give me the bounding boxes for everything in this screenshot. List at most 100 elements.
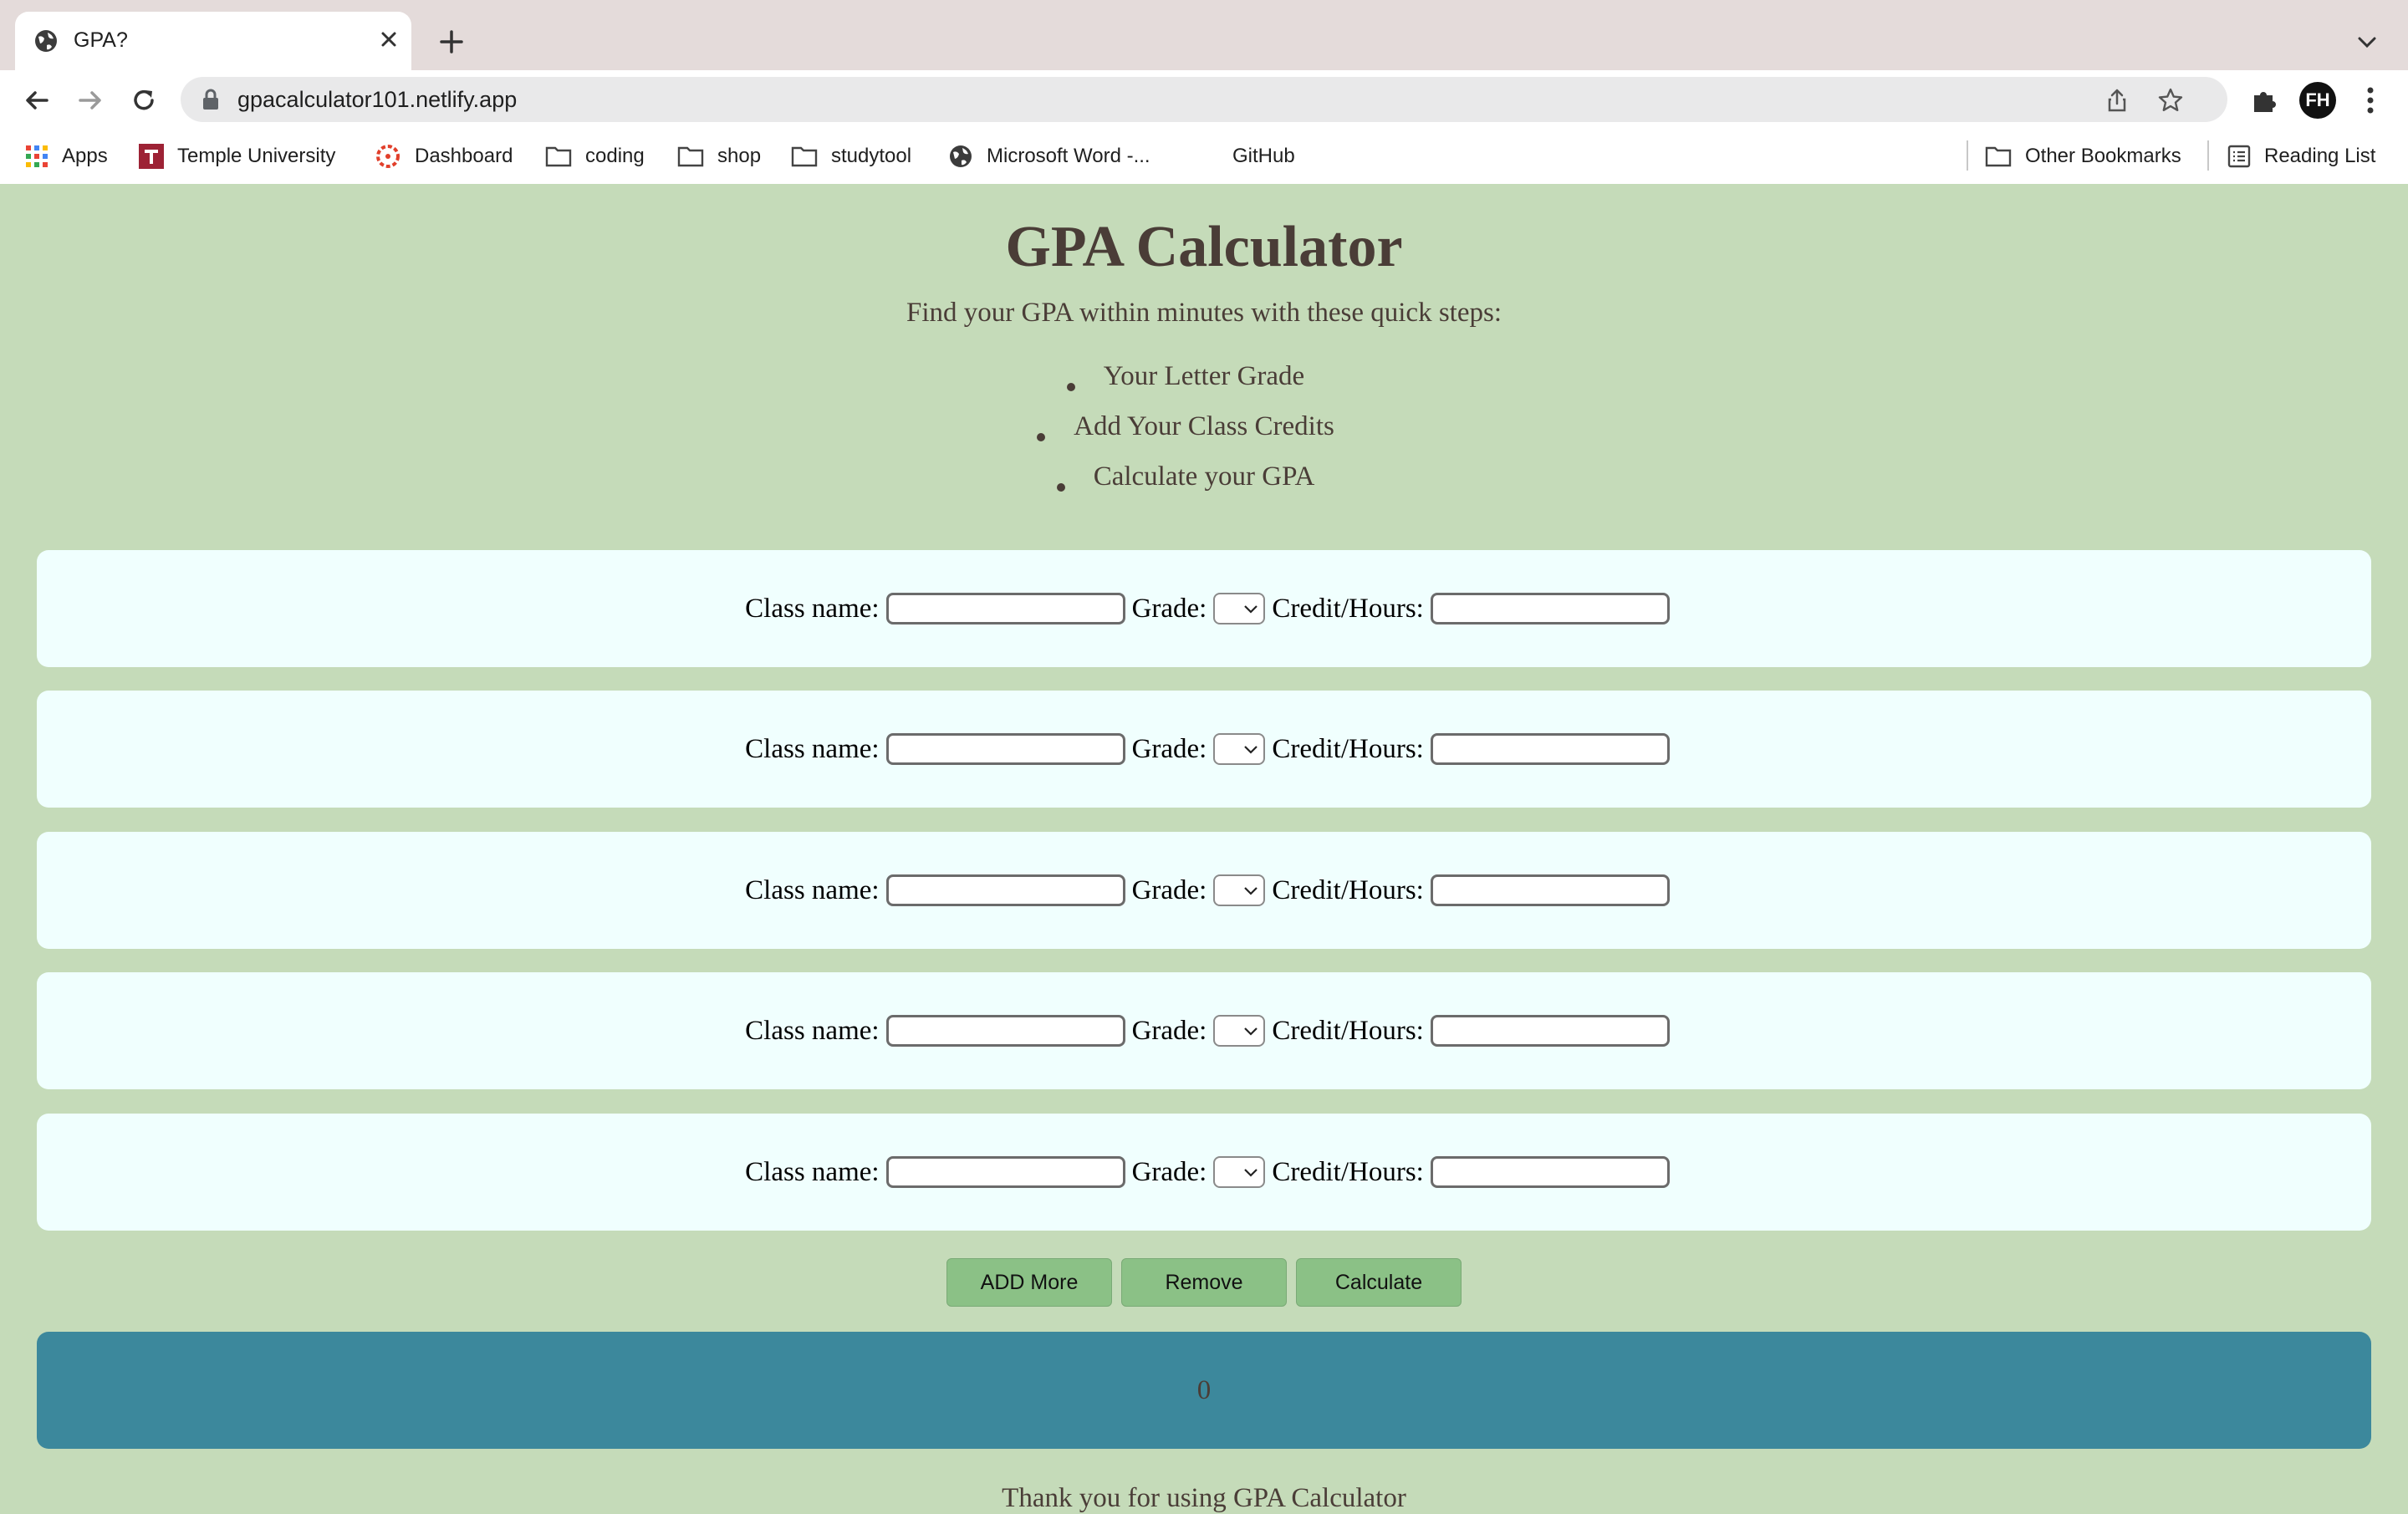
grade-select[interactable] (1213, 593, 1266, 624)
bookmark-label: GitHub (1232, 145, 1295, 167)
lock-icon[interactable] (201, 89, 221, 110)
bookmark-label: Reading List (2264, 145, 2376, 167)
credit-hours-label: Credit/Hours: (1272, 874, 1424, 905)
credit-hours-input[interactable] (1430, 1156, 1670, 1188)
grade-select[interactable] (1213, 1156, 1266, 1188)
class-row: Class name: Grade: Credit/Hours: (37, 1114, 2371, 1231)
footer-thanks-text: Thank you for using GPA Calculator (1002, 1483, 1406, 1513)
class-name-label: Class name: (745, 874, 880, 905)
bookmark-dashboard[interactable]: Dashboard (375, 129, 513, 184)
bookmark-label: Apps (62, 145, 108, 167)
bookmark-separator (1967, 140, 1968, 171)
chevron-down-icon (1244, 605, 1258, 614)
globe-icon (950, 145, 972, 167)
bookmarks-bar: Apps Temple University Dashboard coding … (0, 129, 2408, 185)
grade-label: Grade: (1131, 1156, 1207, 1187)
browser-toolbar: gpacalculator101.netlify.app FH (0, 70, 2408, 129)
credit-hours-input[interactable] (1430, 593, 1670, 624)
grade-label: Grade: (1131, 1015, 1207, 1046)
folder-icon (791, 146, 818, 167)
canvas-logo-icon (376, 145, 400, 168)
grade-select[interactable] (1213, 1015, 1266, 1047)
extensions-puzzle-icon[interactable] (2249, 85, 2279, 115)
tab-title: GPA? (74, 28, 128, 52)
class-name-input[interactable] (885, 593, 1125, 624)
credit-hours-input[interactable] (1430, 733, 1670, 765)
credit-hours-input[interactable] (1430, 874, 1670, 906)
bookmark-folder-coding[interactable]: coding (545, 129, 645, 184)
bookmark-label: studytool (831, 145, 912, 167)
apps-grid-icon (26, 145, 48, 167)
folder-icon (677, 146, 704, 167)
folder-icon (1985, 146, 2012, 167)
grade-select[interactable] (1213, 874, 1266, 906)
grade-label: Grade: (1131, 593, 1207, 624)
back-icon[interactable] (20, 84, 54, 117)
steps-list: Your Letter Grade Add Your Class Credits… (0, 351, 2408, 502)
profile-avatar[interactable]: FH (2299, 82, 2336, 119)
bookmark-microsoft-word[interactable]: Microsoft Word -... (948, 129, 1150, 184)
credit-hours-label: Credit/Hours: (1272, 733, 1424, 764)
class-name-label: Class name: (745, 1015, 880, 1046)
url-text[interactable]: gpacalculator101.netlify.app (237, 87, 517, 113)
bookmark-apps[interactable]: Apps (25, 129, 108, 184)
add-more-button[interactable]: ADD More (946, 1258, 1112, 1307)
bookmark-separator (2207, 140, 2209, 171)
calculate-button[interactable]: Calculate (1296, 1258, 1462, 1307)
step-item: Calculate your GPA (0, 451, 2408, 502)
browser-tab[interactable]: GPA? (15, 12, 411, 70)
more-options-icon[interactable] (2358, 84, 2383, 117)
step-text: Your Letter Grade (1103, 361, 1305, 391)
share-icon[interactable] (2104, 87, 2130, 114)
credit-hours-label: Credit/Hours: (1272, 1156, 1424, 1187)
class-name-input[interactable] (885, 733, 1125, 765)
bookmark-label: Microsoft Word -... (987, 145, 1150, 167)
bookmark-label: Dashboard (415, 145, 513, 167)
class-name-label: Class name: (745, 733, 880, 764)
class-name-label: Class name: (745, 1156, 880, 1187)
class-name-input[interactable] (885, 874, 1125, 906)
credit-hours-input[interactable] (1430, 1015, 1670, 1047)
bookmark-folder-shop[interactable]: shop (677, 129, 761, 184)
intro-text: Find your GPA within minutes with these … (906, 298, 1502, 328)
bookmark-label: coding (585, 145, 645, 167)
bookmark-label: Other Bookmarks (2025, 145, 2181, 167)
step-text: Add Your Class Credits (1074, 411, 1334, 441)
globe-icon (35, 30, 57, 52)
close-tab-icon[interactable] (376, 27, 401, 52)
class-row: Class name: Grade: Credit/Hours: (37, 832, 2371, 949)
address-bar[interactable]: gpacalculator101.netlify.app (181, 77, 2227, 122)
grade-label: Grade: (1131, 874, 1207, 905)
bookmark-other-bookmarks[interactable]: Other Bookmarks (1985, 129, 2181, 184)
forward-icon[interactable] (74, 84, 107, 117)
class-row: Class name: Grade: Credit/Hours: (37, 691, 2371, 808)
bookmark-temple-university[interactable]: Temple University (139, 129, 335, 184)
grade-label: Grade: (1131, 733, 1207, 764)
bookmark-label: shop (717, 145, 762, 167)
chevron-down-icon (1244, 887, 1258, 895)
credit-hours-label: Credit/Hours: (1272, 593, 1424, 624)
gpa-result-value: 0 (1196, 1374, 1212, 1405)
class-name-input[interactable] (885, 1015, 1125, 1047)
chevron-down-icon[interactable] (2354, 30, 2380, 55)
page-title: GPA Calculator (1005, 215, 1403, 279)
tab-strip: GPA? (0, 0, 2408, 70)
remove-button[interactable]: Remove (1121, 1258, 1287, 1307)
page-content: GPA Calculator Find your GPA within minu… (0, 184, 2408, 1513)
grade-select[interactable] (1213, 733, 1266, 765)
class-row: Class name: Grade: Credit/Hours: (37, 550, 2371, 667)
class-name-label: Class name: (745, 593, 880, 624)
chevron-down-icon (1244, 1027, 1258, 1036)
class-row: Class name: Grade: Credit/Hours: (37, 972, 2371, 1089)
bookmark-star-icon[interactable] (2157, 87, 2184, 114)
bookmark-folder-studytool[interactable]: studytool (791, 129, 911, 184)
temple-logo-icon (139, 144, 164, 169)
reload-icon[interactable] (127, 84, 161, 117)
class-name-input[interactable] (885, 1156, 1125, 1188)
step-text: Calculate your GPA (1093, 461, 1315, 492)
bookmark-github[interactable]: GitHub (1232, 129, 1295, 184)
reading-list-button[interactable]: Reading List (2227, 129, 2375, 184)
new-tab-icon[interactable] (435, 25, 468, 59)
chevron-down-icon (1244, 1169, 1258, 1177)
step-item: Add Your Class Credits (0, 401, 2408, 451)
